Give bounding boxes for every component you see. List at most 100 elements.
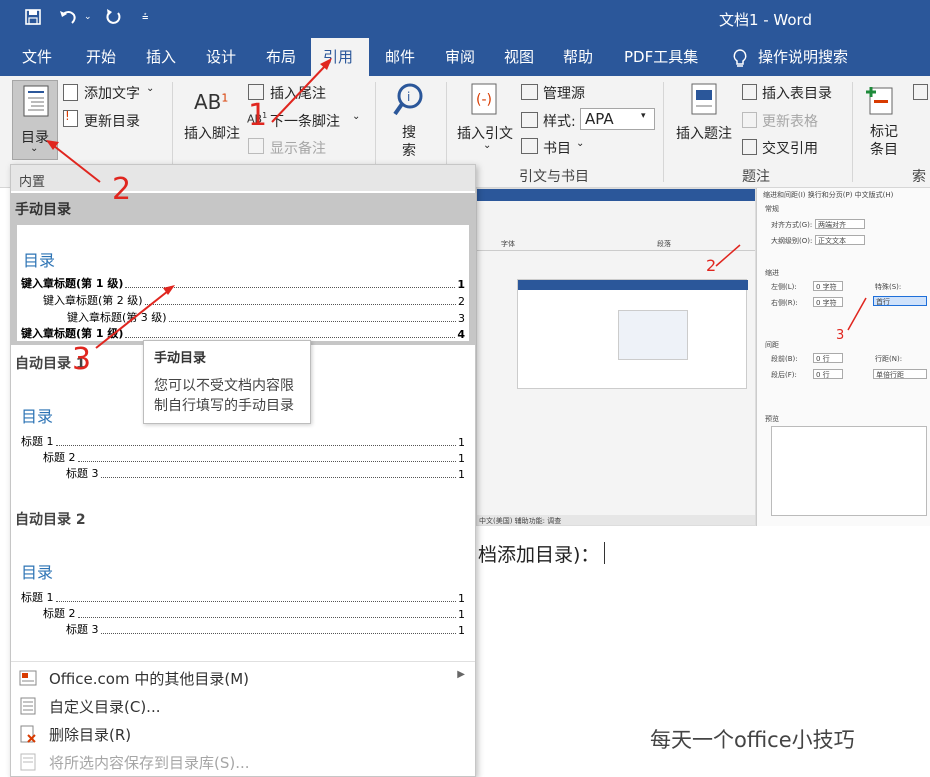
insert-footnote-button[interactable]: 插入脚注 <box>184 123 240 143</box>
update-table-icon <box>742 112 757 128</box>
tooltip-body: 您可以不受文档内容限制自行填写的手动目录 <box>154 378 294 414</box>
annotation-number: 3 <box>836 328 845 343</box>
chevron-down-icon: ⌄ <box>352 111 361 122</box>
save-icon[interactable] <box>24 8 42 30</box>
mark-entry-button[interactable]: 标记 条目 <box>870 123 898 159</box>
dialog-line-select[interactable]: 单倍行距 <box>873 369 927 379</box>
show-notes-button[interactable]: 显示备注 <box>270 138 326 158</box>
insert-endnote-button[interactable]: 插入尾注 <box>270 83 326 103</box>
toc-preview-line: 标题 31 <box>66 467 465 481</box>
update-toc-button[interactable]: 更新目录 <box>84 111 140 131</box>
dialog-right-label: 右侧(R): <box>771 299 798 307</box>
tooltip-title: 手动目录 <box>154 351 207 366</box>
menu-item-office-toc[interactable]: Office.com 中的其他目录(M) ▶ <box>11 665 475 691</box>
search-icon: i <box>393 83 423 116</box>
dialog-left-label: 左侧(L): <box>771 283 797 291</box>
toc-gallery-dropdown: 内置 手动目录 目录 键入章标题(第 1 级) 1 键入章标题(第 2 级) 2 键… <box>10 164 476 777</box>
title-bar: ⌄ ⩮ 文档1 - Word <box>0 0 930 38</box>
embedded-font-label: 字体 <box>501 240 515 248</box>
dialog-general: 常规 <box>765 205 779 213</box>
menu-item-label: Office.com 中的其他目录(M) <box>49 670 250 688</box>
menu-item-label: 将所选内容保存到目录库(S)... <box>49 754 250 772</box>
tab-insert[interactable]: 插入 <box>136 38 186 76</box>
chevron-down-icon: ⌄ <box>146 83 155 94</box>
dialog-outline-label: 大纲级别(O): <box>771 237 813 245</box>
toc-preview-title: 目录 <box>21 563 54 582</box>
manage-sources-icon <box>521 84 538 100</box>
dialog-before-input[interactable]: 0 行 <box>813 353 843 363</box>
tab-file[interactable]: 文件 <box>12 38 62 76</box>
dialog-special-select[interactable]: 首行 <box>873 296 927 306</box>
insert-table-of-figures-button[interactable]: 插入表目录 <box>762 83 832 103</box>
toc-preview-line: 标题 11 <box>21 591 465 605</box>
svg-text:i: i <box>407 90 410 104</box>
dialog-line-label: 行距(N): <box>875 355 903 363</box>
add-text-button[interactable]: 添加文字 <box>84 83 140 103</box>
menu-divider <box>11 661 475 662</box>
tooltip: 手动目录 您可以不受文档内容限制自行填写的手动目录 <box>143 340 311 424</box>
ribbon-tabs: 文件 开始 插入 设计 布局 引用 邮件 审阅 视图 帮助 PDF工具集 操作说… <box>0 38 930 76</box>
toc-preview-line: 标题 11 <box>21 435 465 449</box>
dialog-preview-box <box>771 426 927 516</box>
tab-pdf-tools[interactable]: PDF工具集 <box>614 38 708 76</box>
add-text-icon <box>63 84 78 101</box>
search-button[interactable]: 搜 索 <box>402 124 416 160</box>
document-text: 档添加目录)： <box>478 544 600 566</box>
cross-reference-icon <box>742 139 757 155</box>
style-label: 样式: <box>543 114 576 130</box>
tab-view[interactable]: 视图 <box>494 38 544 76</box>
dialog-left-input[interactable]: 0 字符 <box>813 281 843 291</box>
bibliography-button[interactable]: 书目 <box>543 138 571 158</box>
toc-preview-line: 键入章标题(第 1 级) 1 <box>21 277 465 291</box>
toc-preview-title: 目录 <box>23 251 56 270</box>
tell-me-search[interactable]: 操作说明搜索 <box>748 38 858 76</box>
next-footnote-button[interactable]: 下一条脚注 <box>270 111 340 131</box>
redo-icon[interactable] <box>104 8 122 30</box>
toc-option-title: 手动目录 <box>15 202 71 218</box>
tab-design[interactable]: 设计 <box>196 38 246 76</box>
toc-preview: 目录 键入章标题(第 1 级) 1 键入章标题(第 2 级) 2 键入章标题(第 3… <box>17 225 469 341</box>
update-table-button[interactable]: 更新表格 <box>762 111 818 131</box>
style-select[interactable]: APA ▾ <box>580 108 655 130</box>
menu-item-custom-toc[interactable]: 自定义目录(C)... <box>11 693 475 719</box>
dialog-right-input[interactable]: 0 字符 <box>813 297 843 307</box>
text-cursor <box>604 542 605 564</box>
tab-help[interactable]: 帮助 <box>553 38 603 76</box>
cross-reference-button[interactable]: 交叉引用 <box>762 138 818 158</box>
tab-references[interactable]: 引用 <box>311 38 369 76</box>
toc-preview-line: 键入章标题(第 1 级) 4 <box>21 327 465 341</box>
menu-item-remove-toc[interactable]: 删除目录(R) <box>11 721 475 747</box>
dialog-align-select[interactable]: 两端对齐 <box>815 219 865 229</box>
toc-icon <box>23 85 49 117</box>
tab-review[interactable]: 审阅 <box>435 38 485 76</box>
bibliography-icon <box>521 138 538 154</box>
mark-entry-icon <box>866 87 893 115</box>
dialog-tabs: 缩进和间距(I) 换行和分页(P) 中文版式(H) <box>763 191 894 199</box>
toc-button[interactable]: 目录 ⌄ <box>12 80 58 160</box>
toc-preview-title: 目录 <box>21 407 54 426</box>
insert-citation-icon: (-) <box>471 83 497 115</box>
tab-home[interactable]: 开始 <box>76 38 126 76</box>
style-icon <box>521 112 538 128</box>
embedded-para-label: 段落 <box>657 240 671 248</box>
menu-item-save-selection[interactable]: 将所选内容保存到目录库(S)... <box>11 749 475 775</box>
dialog-outline-select[interactable]: 正文文本 <box>815 235 865 245</box>
tab-layout[interactable]: 布局 <box>256 38 306 76</box>
group-divider <box>663 82 664 182</box>
dialog-after-input[interactable]: 0 行 <box>813 369 843 379</box>
customize-qat-icon[interactable]: ⩮ <box>142 10 148 24</box>
manage-sources-button[interactable]: 管理源 <box>543 83 585 103</box>
annotation-number: 2 <box>112 172 132 207</box>
undo-icon[interactable] <box>58 8 80 30</box>
undo-dropdown-icon[interactable]: ⌄ <box>84 12 92 22</box>
embedded-paragraph-dialog: 缩进和间距(I) 换行和分页(P) 中文版式(H) 常规 对齐方式(G): 两端… <box>756 188 930 526</box>
toc-option-auto2[interactable]: 自动目录 2 目录 标题 11 标题 21 标题 31 <box>11 503 475 661</box>
tab-mailings[interactable]: 邮件 <box>375 38 425 76</box>
toc-preview-line: 标题 31 <box>66 623 465 637</box>
annotation-number: 3 <box>72 342 92 377</box>
chevron-down-icon: ⌄ <box>483 140 492 151</box>
custom-toc-icon <box>19 697 37 715</box>
toc-option-manual[interactable]: 手动目录 目录 键入章标题(第 1 级) 1 键入章标题(第 2 级) 2 键入章标… <box>11 193 475 345</box>
dialog-align-label: 对齐方式(G): <box>771 221 813 229</box>
insert-caption-button[interactable]: 插入题注 <box>676 123 732 143</box>
